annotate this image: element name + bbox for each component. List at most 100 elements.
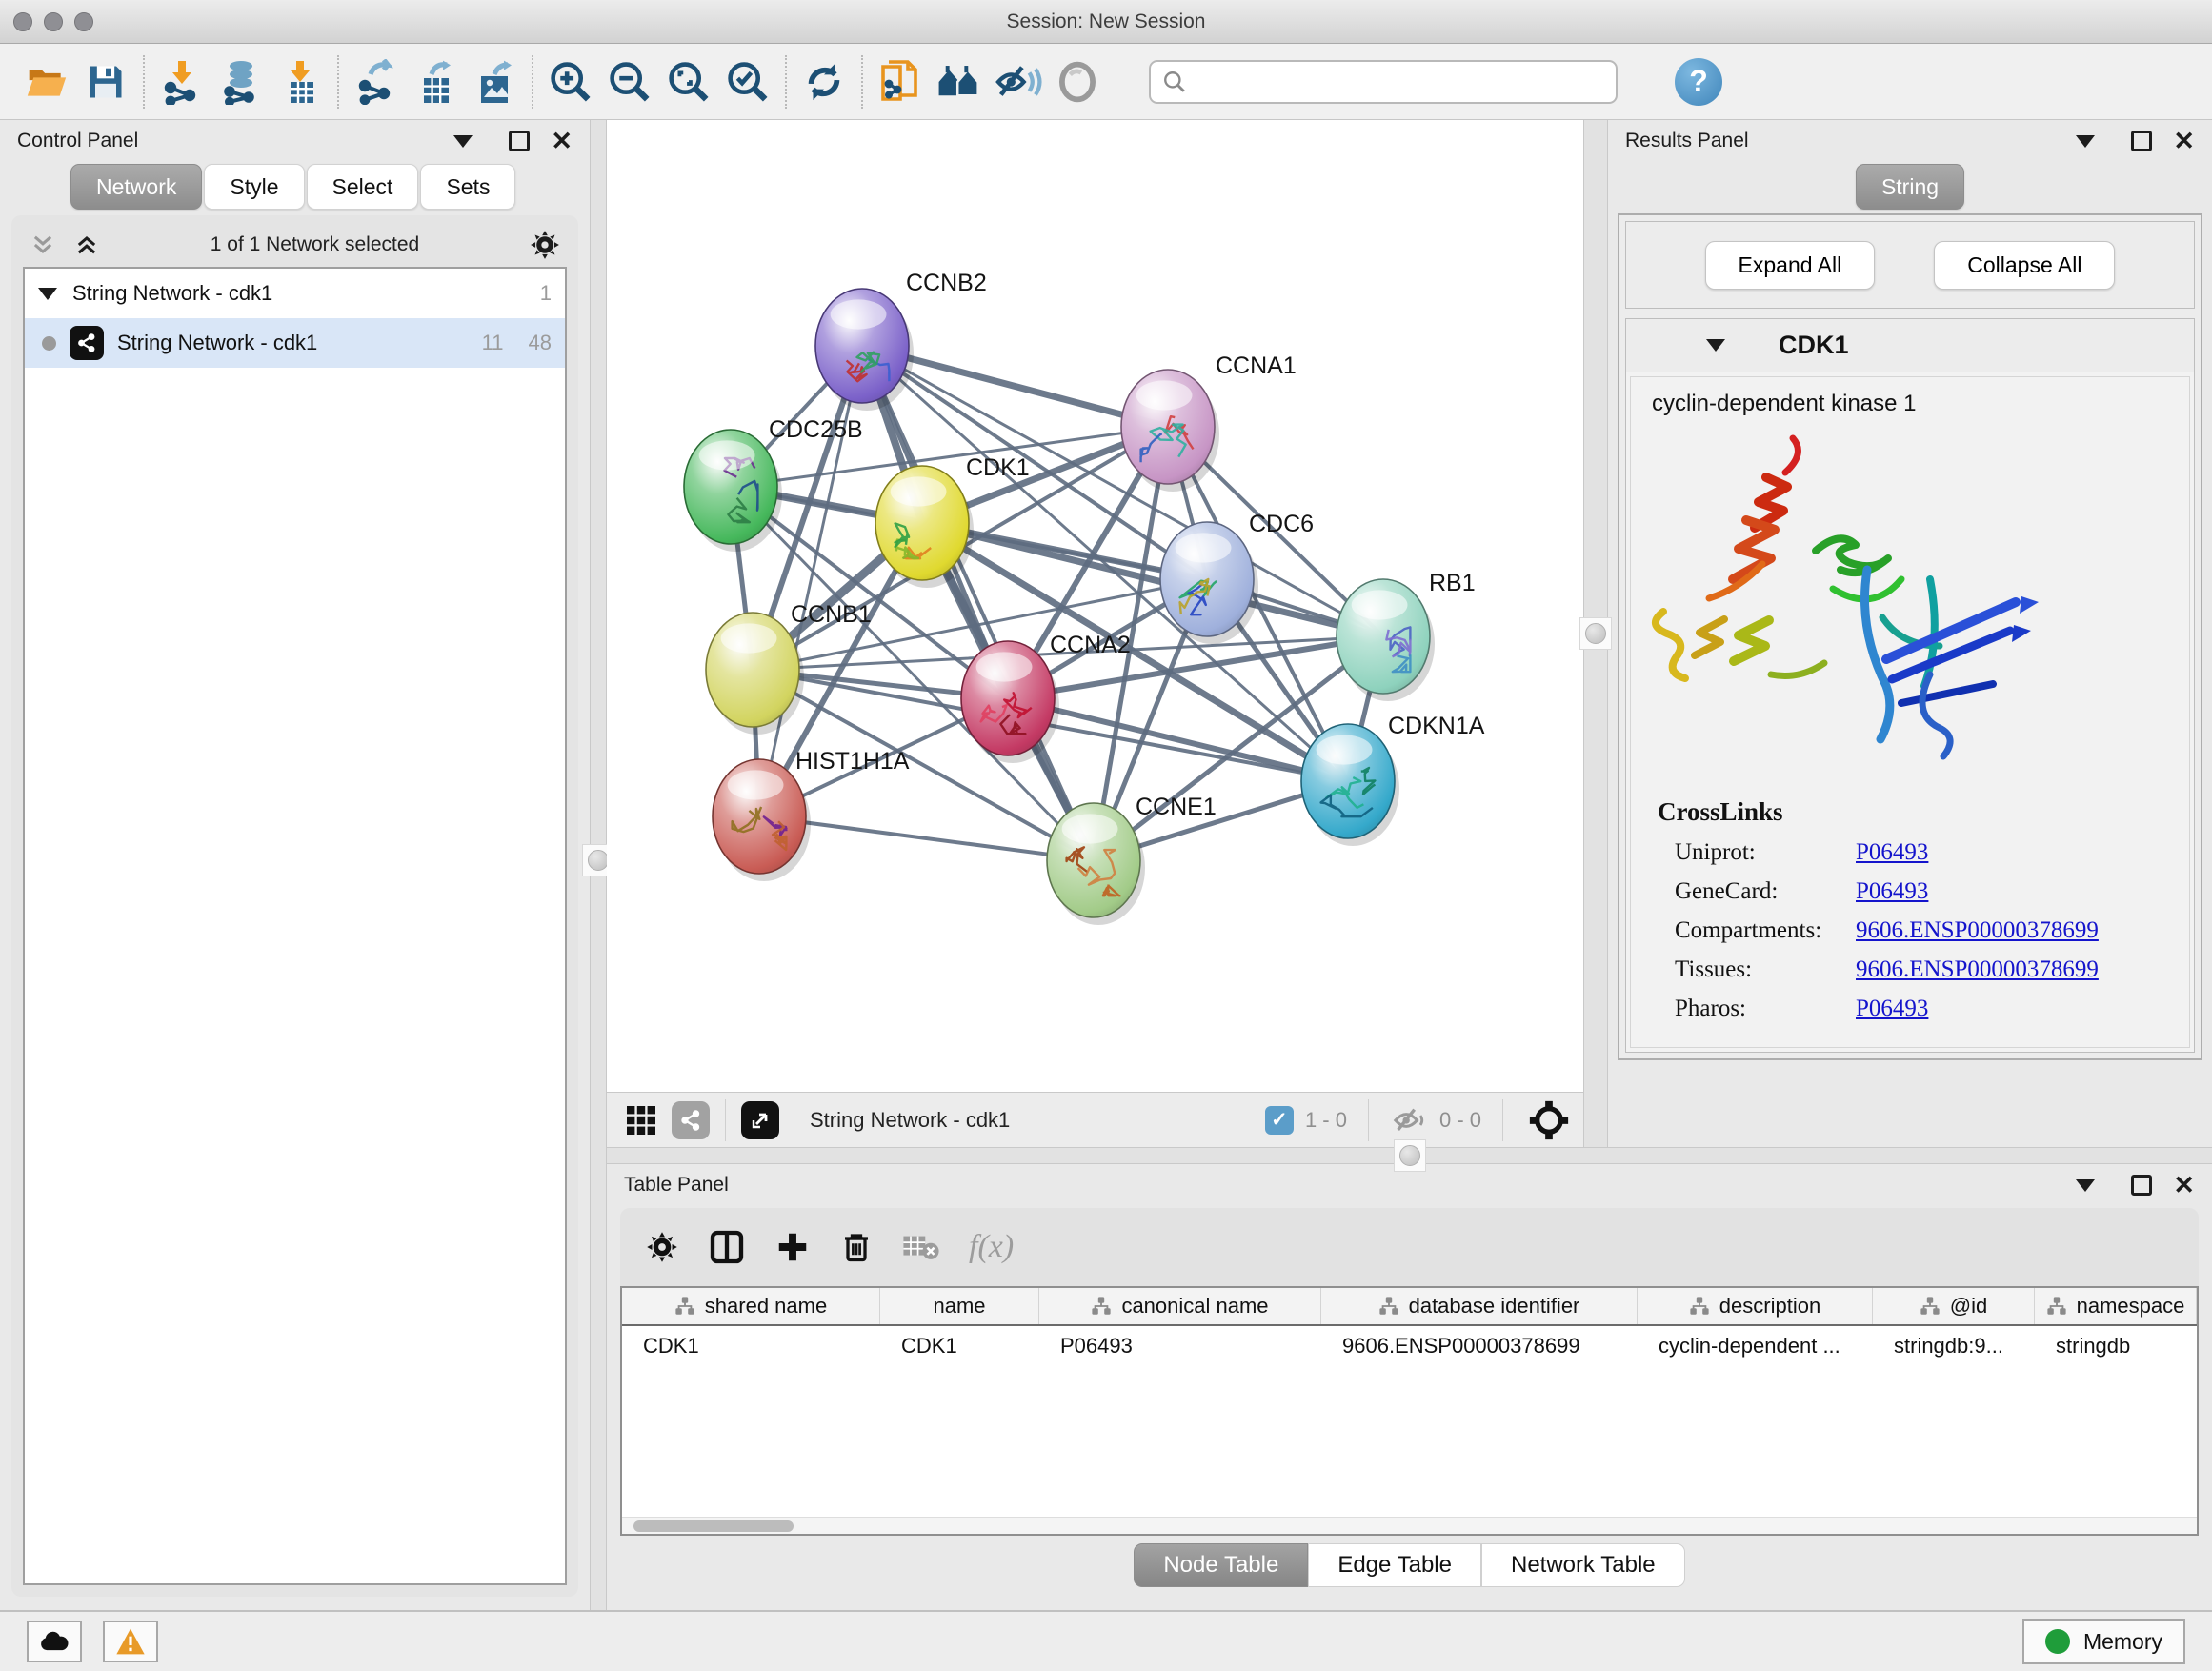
tab-select[interactable]: Select — [307, 164, 419, 210]
collapse-triangle-icon[interactable] — [1706, 339, 1725, 352]
selected-checkbox-icon[interactable]: ✓ — [1265, 1106, 1294, 1135]
column-header[interactable]: canonical name — [1039, 1288, 1321, 1324]
horizontal-splitter[interactable] — [607, 1147, 2212, 1164]
function-builder-button[interactable]: f(x) — [969, 1229, 1014, 1265]
column-header[interactable]: name — [880, 1288, 1039, 1324]
table-cell[interactable]: 9606.ENSP00000378699 — [1321, 1326, 1638, 1366]
panel-menu-icon[interactable] — [2076, 135, 2095, 148]
network-overview-button[interactable] — [666, 1098, 715, 1142]
gene-card-header[interactable]: CDK1 — [1626, 319, 2194, 372]
delete-columns-button[interactable] — [839, 1229, 874, 1265]
memory-label: Memory — [2083, 1629, 2162, 1655]
memory-button[interactable]: Memory — [2022, 1619, 2185, 1664]
table-cell[interactable]: CDK1 — [622, 1326, 880, 1366]
tab-node-table[interactable]: Node Table — [1134, 1543, 1308, 1587]
create-column-button[interactable] — [774, 1229, 811, 1265]
zoom-fit-button[interactable] — [659, 53, 718, 111]
crosslink-link[interactable]: P06493 — [1856, 839, 1928, 866]
table-cell[interactable]: P06493 — [1039, 1326, 1321, 1366]
network-node-cdc6[interactable]: CDC6 — [1160, 511, 1314, 644]
network-node-ccnb1[interactable]: CCNB1 — [706, 601, 872, 735]
search-input[interactable] — [1195, 70, 1604, 94]
scrollbar-thumb[interactable] — [633, 1520, 794, 1532]
table-cell[interactable]: cyclin-dependent ... — [1638, 1326, 1873, 1366]
crosslink-link[interactable]: P06493 — [1856, 996, 1928, 1022]
crosslink-link[interactable]: 9606.ENSP00000378699 — [1856, 956, 2099, 983]
tab-style[interactable]: Style — [204, 164, 304, 210]
table-settings-button[interactable] — [645, 1230, 679, 1264]
network-collection-row[interactable]: String Network - cdk1 1 — [25, 269, 565, 318]
column-header[interactable]: @id — [1873, 1288, 2035, 1324]
network-edge[interactable] — [922, 523, 1383, 636]
network-from-document-button[interactable] — [871, 53, 930, 111]
export-table-button[interactable] — [406, 53, 465, 111]
right-splitter[interactable] — [1583, 120, 1608, 1147]
panel-menu-icon[interactable] — [2076, 1179, 2095, 1192]
help-button[interactable]: ? — [1675, 58, 1722, 106]
import-table-button[interactable] — [271, 53, 330, 111]
cloud-status-button[interactable] — [27, 1621, 82, 1662]
column-header[interactable]: database identifier — [1321, 1288, 1638, 1324]
open-session-button[interactable] — [17, 53, 76, 111]
column-header[interactable]: description — [1638, 1288, 1873, 1324]
warnings-button[interactable] — [103, 1621, 158, 1662]
left-splitter[interactable] — [590, 120, 607, 1610]
import-network-file-button[interactable] — [152, 53, 211, 111]
network-options-gear-icon[interactable] — [529, 229, 561, 261]
collapse-all-networks-icon[interactable] — [72, 232, 101, 258]
table-row[interactable]: CDK1CDK1P064939606.ENSP00000378699cyclin… — [622, 1326, 2197, 1366]
save-session-button[interactable] — [76, 53, 135, 111]
collapse-triangle-icon[interactable] — [38, 288, 57, 300]
refresh-view-button[interactable] — [794, 53, 854, 111]
network-row[interactable]: String Network - cdk1 11 48 — [25, 318, 565, 368]
import-network-database-button[interactable] — [211, 53, 271, 111]
network-node-ccna2[interactable]: CCNA2 — [961, 632, 1131, 763]
zoom-out-button[interactable] — [600, 53, 659, 111]
tab-edge-table[interactable]: Edge Table — [1308, 1543, 1481, 1587]
export-network-button[interactable] — [347, 53, 406, 111]
zoom-selected-button[interactable] — [718, 53, 777, 111]
network-node-hist1h1a[interactable]: HIST1H1A — [713, 748, 910, 881]
column-header[interactable]: shared name — [622, 1288, 880, 1324]
crosslink-link[interactable]: P06493 — [1856, 878, 1928, 905]
tab-network[interactable]: Network — [70, 164, 202, 210]
crosslink-link[interactable]: 9606.ENSP00000378699 — [1856, 917, 2099, 944]
column-header[interactable]: namespace — [2035, 1288, 2197, 1324]
float-panel-icon[interactable] — [509, 131, 530, 151]
table-horizontal-scrollbar[interactable] — [622, 1517, 2197, 1534]
close-panel-icon[interactable]: ✕ — [551, 129, 573, 154]
show-all-button[interactable] — [1048, 53, 1107, 111]
network-node-ccna1[interactable]: CCNA1 — [1121, 352, 1297, 492]
network-node-ccne1[interactable]: CCNE1 — [1047, 794, 1217, 925]
delete-table-button[interactable] — [902, 1233, 940, 1261]
cloud-icon — [38, 1629, 70, 1654]
tab-sets[interactable]: Sets — [420, 164, 515, 210]
collapse-all-button[interactable]: Collapse All — [1934, 241, 2115, 290]
home-networks-button[interactable] — [930, 53, 989, 111]
table-cell[interactable]: stringdb — [2035, 1326, 2197, 1366]
network-node-ccnb2[interactable]: CCNB2 — [815, 270, 987, 411]
float-panel-icon[interactable] — [2131, 1175, 2152, 1196]
export-image-button[interactable] — [465, 53, 524, 111]
show-columns-button[interactable] — [708, 1228, 746, 1266]
splitter-knob[interactable] — [1579, 617, 1612, 650]
hide-selected-button[interactable] — [989, 53, 1048, 111]
network-canvas[interactable]: CCNB2CCNA1CDC25BCDK1CDC6RB1CCNB1CCNA2CDK… — [607, 120, 1583, 1092]
expand-all-networks-icon[interactable] — [29, 232, 57, 258]
splitter-knob[interactable] — [1394, 1139, 1426, 1172]
float-panel-icon[interactable] — [2131, 131, 2152, 151]
network-node-rb1[interactable]: RB1 — [1337, 570, 1476, 701]
table-cell[interactable]: CDK1 — [880, 1326, 1039, 1366]
network-node-cdkn1a[interactable]: CDKN1A — [1301, 713, 1485, 846]
expand-all-button[interactable]: Expand All — [1705, 241, 1876, 290]
tab-string[interactable]: String — [1856, 164, 1964, 210]
zoom-in-button[interactable] — [541, 53, 600, 111]
panel-menu-icon[interactable] — [453, 135, 473, 148]
close-panel-icon[interactable]: ✕ — [2173, 1173, 2195, 1198]
grid-view-button[interactable] — [616, 1098, 666, 1142]
table-cell[interactable]: stringdb:9... — [1873, 1326, 2035, 1366]
close-panel-icon[interactable]: ✕ — [2173, 129, 2195, 154]
center-view-button[interactable] — [1524, 1098, 1574, 1142]
tab-network-table[interactable]: Network Table — [1481, 1543, 1685, 1587]
detach-view-button[interactable] — [735, 1098, 785, 1142]
